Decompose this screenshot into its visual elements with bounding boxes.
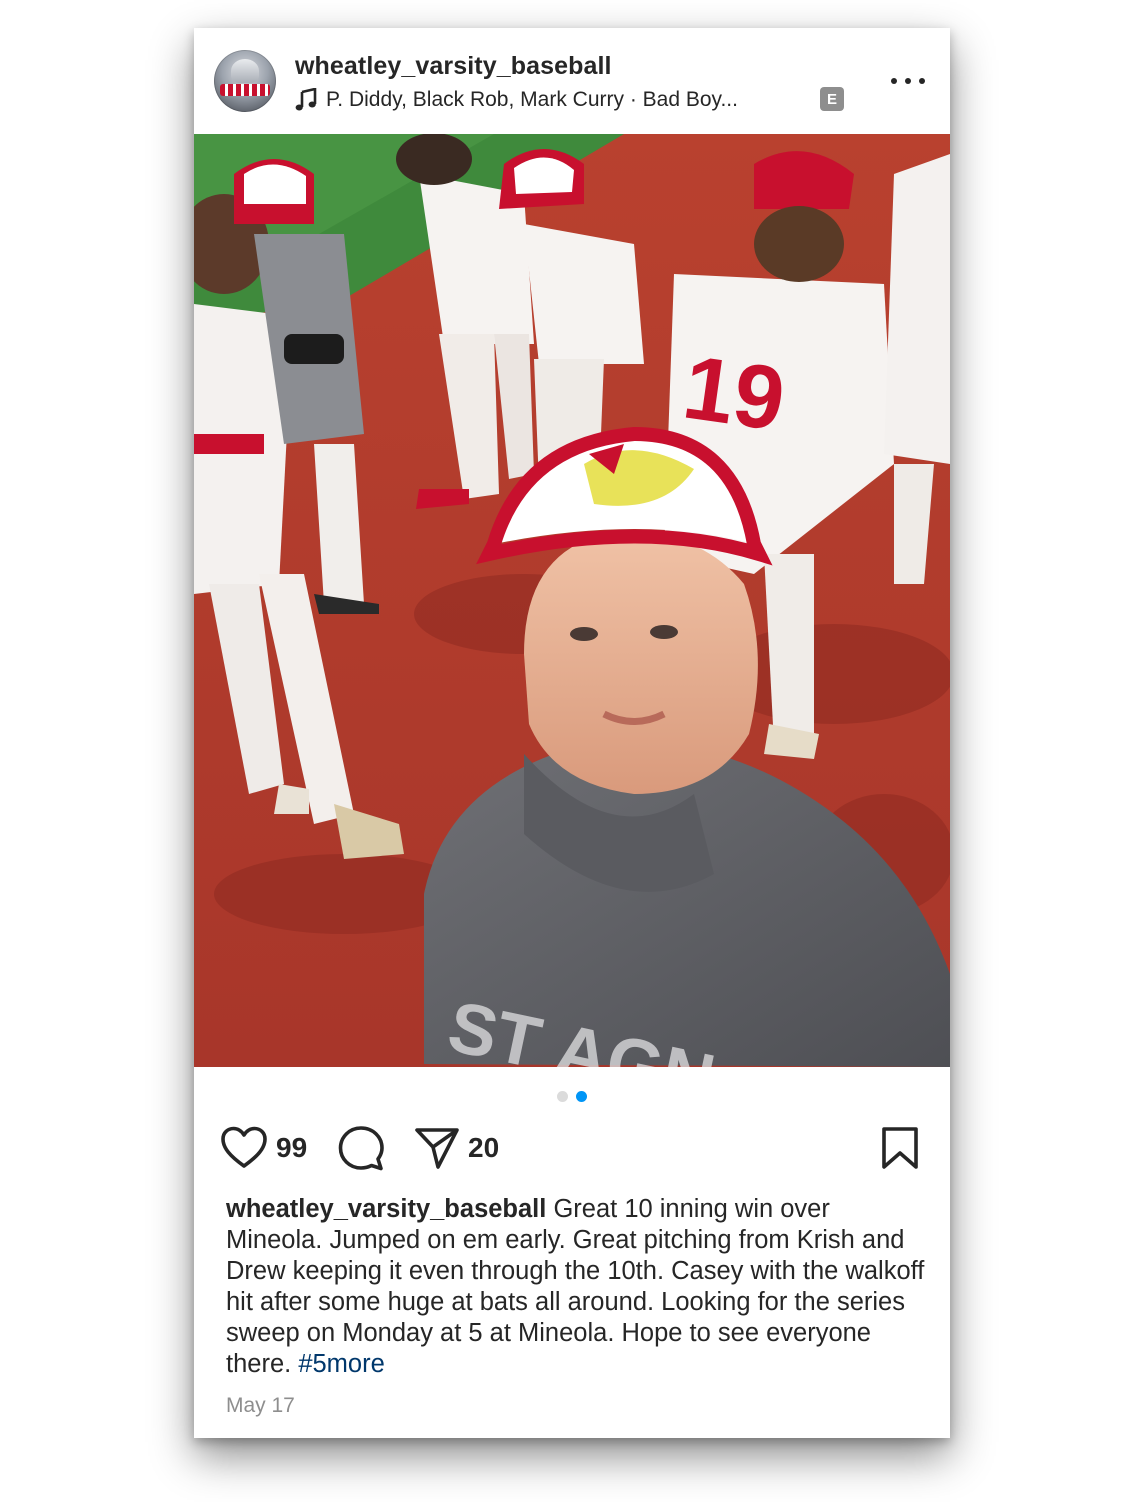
- share-count: 20: [468, 1132, 500, 1163]
- explicit-badge: E: [820, 87, 844, 111]
- post-date: May 17: [226, 1394, 295, 1417]
- music-track-text: P. Diddy, Black Rob, Mark Curry · Bad Bo…: [326, 88, 738, 111]
- more-dot: [919, 78, 925, 84]
- caption-username[interactable]: wheatley_varsity_baseball: [226, 1195, 546, 1223]
- carousel-indicator: [194, 1091, 950, 1103]
- carousel-dot-active[interactable]: [576, 1091, 587, 1102]
- bookmark-icon: [882, 1127, 918, 1169]
- share-action[interactable]: 20: [414, 1124, 499, 1172]
- like-count: 99: [276, 1132, 308, 1163]
- post-actions-bar: 99 20: [194, 1124, 950, 1172]
- post-caption: wheatley_varsity_baseball Great 10 innin…: [226, 1194, 926, 1380]
- heart-icon: [221, 1126, 267, 1168]
- svg-text:19: 19: [678, 338, 791, 451]
- more-dot: [905, 78, 911, 84]
- music-note-icon: [295, 88, 317, 111]
- profile-avatar[interactable]: [214, 50, 276, 112]
- baseball-team-selfie-illustration: 19 ST AGN: [194, 134, 950, 1067]
- like-action[interactable]: 99: [220, 1124, 307, 1172]
- save-action[interactable]: [880, 1124, 920, 1172]
- carousel-dot[interactable]: [557, 1091, 568, 1102]
- post-username[interactable]: wheatley_varsity_baseball: [295, 52, 612, 81]
- comment-icon: [338, 1126, 384, 1171]
- post-header: wheatley_varsity_baseball P. Diddy, Blac…: [194, 28, 950, 134]
- instagram-post: wheatley_varsity_baseball P. Diddy, Blac…: [194, 28, 950, 1438]
- avatar-image-dome: [231, 59, 259, 83]
- send-icon: [415, 1128, 459, 1169]
- avatar-image-team: [220, 84, 270, 96]
- comment-action[interactable]: [338, 1124, 384, 1172]
- music-attribution[interactable]: P. Diddy, Black Rob, Mark Curry · Bad Bo…: [295, 86, 738, 114]
- more-options-icon[interactable]: [888, 68, 928, 94]
- post-media-image[interactable]: 19 ST AGN: [194, 134, 950, 1067]
- caption-more-link[interactable]: #5more: [298, 1350, 384, 1378]
- more-dot: [891, 78, 897, 84]
